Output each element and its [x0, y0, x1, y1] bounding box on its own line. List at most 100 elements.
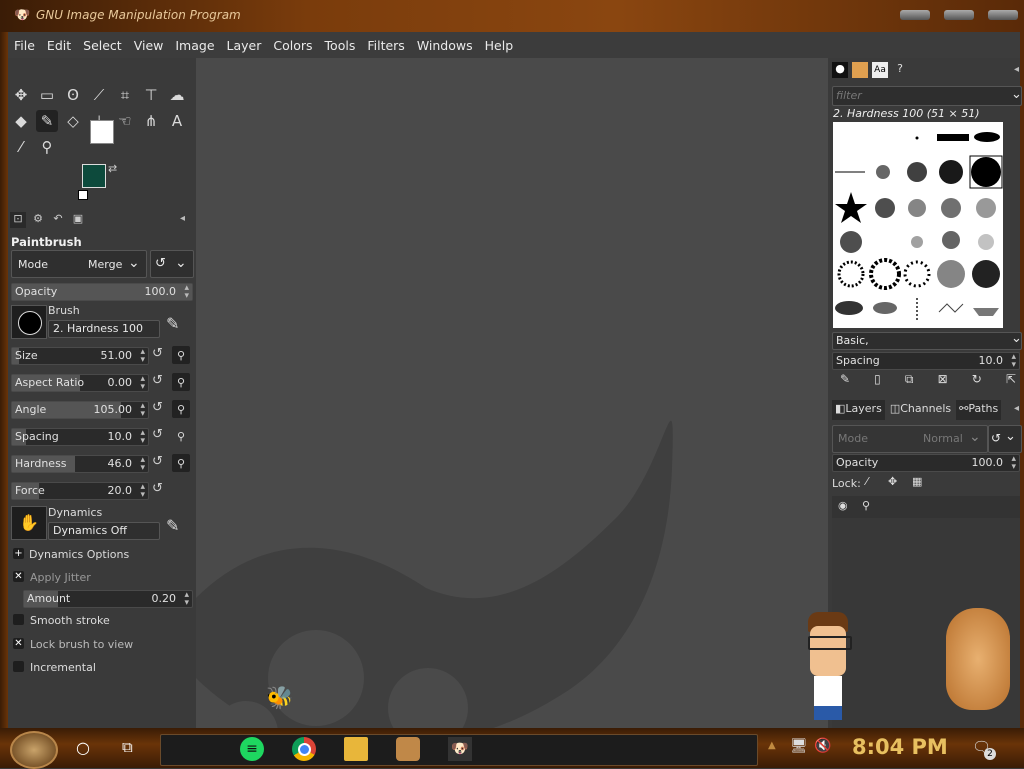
paths-tab[interactable]: ⚯Paths — [956, 400, 1002, 420]
layers-tab[interactable]: ◧Layers — [832, 400, 885, 420]
move-tool-icon[interactable]: ✥ — [10, 84, 32, 106]
menu-colors[interactable]: Colors — [267, 38, 318, 53]
apply-jitter-checkbox[interactable]: ✕ — [13, 571, 24, 582]
spin-arrows-icon[interactable]: ▴ ▾ — [1011, 353, 1016, 370]
layers-list[interactable] — [808, 518, 1020, 728]
images-tab-icon[interactable]: ▣ — [70, 212, 86, 228]
edit-brush-icon[interactable]: ✎ — [840, 372, 850, 390]
network-icon[interactable]: 🖥 — [790, 738, 808, 754]
spin-arrows-icon[interactable]: ▴ ▾ — [140, 456, 145, 473]
color-picker-tool-icon[interactable]: ⁄ — [10, 136, 32, 158]
spin-arrows-icon[interactable]: ▴ ▾ — [1011, 455, 1016, 472]
paths-tool-icon[interactable]: ⋔ — [140, 110, 162, 132]
spin-arrows-icon[interactable]: ▴ ▾ — [140, 483, 145, 500]
chrome-icon[interactable] — [292, 737, 316, 761]
menu-file[interactable]: File — [8, 38, 41, 53]
link-spacing-icon[interactable]: ⚲ — [172, 427, 190, 445]
hamster-app-icon[interactable] — [396, 737, 420, 761]
lock-brush-checkbox[interactable]: ✕ — [13, 638, 24, 649]
volume-muted-icon[interactable]: 🔇 — [814, 738, 831, 754]
incremental-checkbox[interactable] — [13, 661, 24, 672]
reset-angle-icon[interactable]: ↺ — [152, 400, 163, 415]
smooth-stroke-label[interactable]: Smooth stroke — [30, 614, 110, 627]
duplicate-brush-icon[interactable]: ⧉ — [905, 372, 914, 390]
delete-brush-icon[interactable]: ⊠ — [938, 372, 948, 390]
rect-select-tool-icon[interactable]: ▭ — [36, 84, 58, 106]
crop-tool-icon[interactable]: ⌗ — [114, 84, 136, 106]
layer-mode-reset[interactable]: ↺ ⌄ — [988, 425, 1022, 453]
warp-tool-icon[interactable]: ☁ — [166, 84, 188, 106]
spin-arrows-icon[interactable]: ▴ ▾ — [140, 348, 145, 365]
transform-tool-icon[interactable]: ⊤ — [140, 84, 162, 106]
smooth-stroke-checkbox[interactable] — [13, 614, 24, 625]
brush-spacing-slider[interactable]: Spacing 10.0 ▴ ▾ — [832, 352, 1020, 370]
edit-brush-icon[interactable]: ✎ — [166, 314, 179, 333]
tray-expand-icon[interactable]: ▲ — [768, 740, 776, 751]
dynamics-options-label[interactable]: Dynamics Options — [29, 548, 129, 561]
lock-alpha-icon[interactable]: ▦ — [912, 475, 922, 488]
text-tool-icon[interactable]: A — [166, 110, 188, 132]
clock-time[interactable]: 8:04 PM — [852, 735, 948, 759]
spin-arrows-icon[interactable]: ▴ ▾ — [140, 375, 145, 392]
cortana-circle-icon[interactable]: ○ — [76, 738, 90, 757]
dynamics-preview-button[interactable]: ✋ — [11, 506, 47, 540]
incremental-label[interactable]: Incremental — [30, 661, 96, 674]
configure-tab-icon[interactable]: ◂ — [1014, 64, 1019, 75]
swap-colors-icon[interactable]: ⇄ — [108, 162, 117, 175]
menu-layer[interactable]: Layer — [221, 38, 268, 53]
reset-force-icon[interactable]: ↺ — [152, 481, 163, 496]
brush-grid[interactable] — [833, 122, 1003, 328]
canvas-area[interactable]: 🐝 — [196, 58, 828, 728]
new-brush-icon[interactable]: ▯ — [874, 372, 881, 390]
brush-preview-button[interactable] — [11, 305, 47, 339]
brush-name-field[interactable]: 2. Hardness 100 — [48, 320, 160, 338]
edit-dynamics-icon[interactable]: ✎ — [166, 516, 179, 535]
link-aspect-icon[interactable]: ⚲ — [172, 373, 190, 391]
angle-slider[interactable]: Angle 105.00 ▴ ▾ — [11, 401, 149, 419]
visibility-eye-icon[interactable]: ◉ — [838, 499, 848, 512]
reset-size-icon[interactable]: ↺ — [152, 346, 163, 361]
undo-history-tab-icon[interactable]: ↶ — [50, 212, 66, 228]
spin-arrows-icon[interactable]: ▴ ▾ — [184, 591, 189, 608]
bucket-fill-tool-icon[interactable]: ◆ — [10, 110, 32, 132]
zoom-tool-icon[interactable]: ⚲ — [36, 136, 58, 158]
reset-spacing-icon[interactable]: ↺ — [152, 427, 163, 442]
refresh-brushes-icon[interactable]: ↻ — [972, 372, 982, 390]
file-explorer-icon[interactable] — [344, 737, 368, 761]
menu-select[interactable]: Select — [77, 38, 128, 53]
mode-combo[interactable]: Mode Merge ⌄ — [11, 250, 147, 278]
jitter-amount-slider[interactable]: Amount 0.20 ▴ ▾ — [23, 590, 193, 608]
lock-position-icon[interactable]: ✥ — [888, 475, 897, 488]
menu-edit[interactable]: Edit — [41, 38, 77, 53]
brush-tag-field[interactable]: Basic, ⌄ — [832, 331, 1022, 350]
layer-opacity-slider[interactable]: Opacity 100.0 ▴ ▾ — [832, 454, 1020, 472]
start-button[interactable] — [10, 731, 58, 769]
hardness-slider[interactable]: Hardness 46.0 ▴ ▾ — [11, 455, 149, 473]
dynamics-name-field[interactable]: Dynamics Off — [48, 522, 160, 540]
tool-options-tab-icon[interactable]: ⊡ — [10, 212, 26, 228]
help-tab-icon[interactable]: ? — [892, 62, 908, 78]
brush-filter-field[interactable]: filter ⌄ — [832, 86, 1022, 106]
spacing-slider[interactable]: Spacing 10.0 ▴ ▾ — [11, 428, 149, 446]
layer-mode-combo[interactable]: Mode Normal ⌄ — [832, 425, 988, 453]
lock-brush-label[interactable]: Lock brush to view — [30, 638, 133, 651]
aspect-ratio-slider[interactable]: Aspect Ratio 0.00 ▴ ▾ — [11, 374, 149, 392]
reset-hardness-icon[interactable]: ↺ — [152, 454, 163, 469]
default-colors-icon[interactable] — [78, 190, 88, 200]
background-color-swatch[interactable] — [90, 120, 114, 144]
menu-tools[interactable]: Tools — [319, 38, 362, 53]
reset-aspect-icon[interactable]: ↺ — [152, 373, 163, 388]
link-size-icon[interactable]: ⚲ — [172, 346, 190, 364]
maximize-button[interactable] — [944, 10, 974, 20]
link-angle-icon[interactable]: ⚲ — [172, 400, 190, 418]
paintbrush-tool-icon[interactable]: ✎ — [36, 110, 58, 132]
menu-view[interactable]: View — [128, 38, 170, 53]
channels-tab[interactable]: ◫Channels — [887, 400, 954, 420]
brushes-tab-icon[interactable]: ● — [832, 62, 848, 78]
minimize-button[interactable] — [900, 10, 930, 20]
open-as-image-icon[interactable]: ⇱ — [1006, 372, 1016, 390]
size-slider[interactable]: Size 51.00 ▴ ▾ — [11, 347, 149, 365]
close-button[interactable] — [988, 10, 1018, 20]
chain-link-icon[interactable]: ⚲ — [862, 499, 870, 512]
smudge-tool-icon[interactable]: ☜ — [114, 110, 136, 132]
